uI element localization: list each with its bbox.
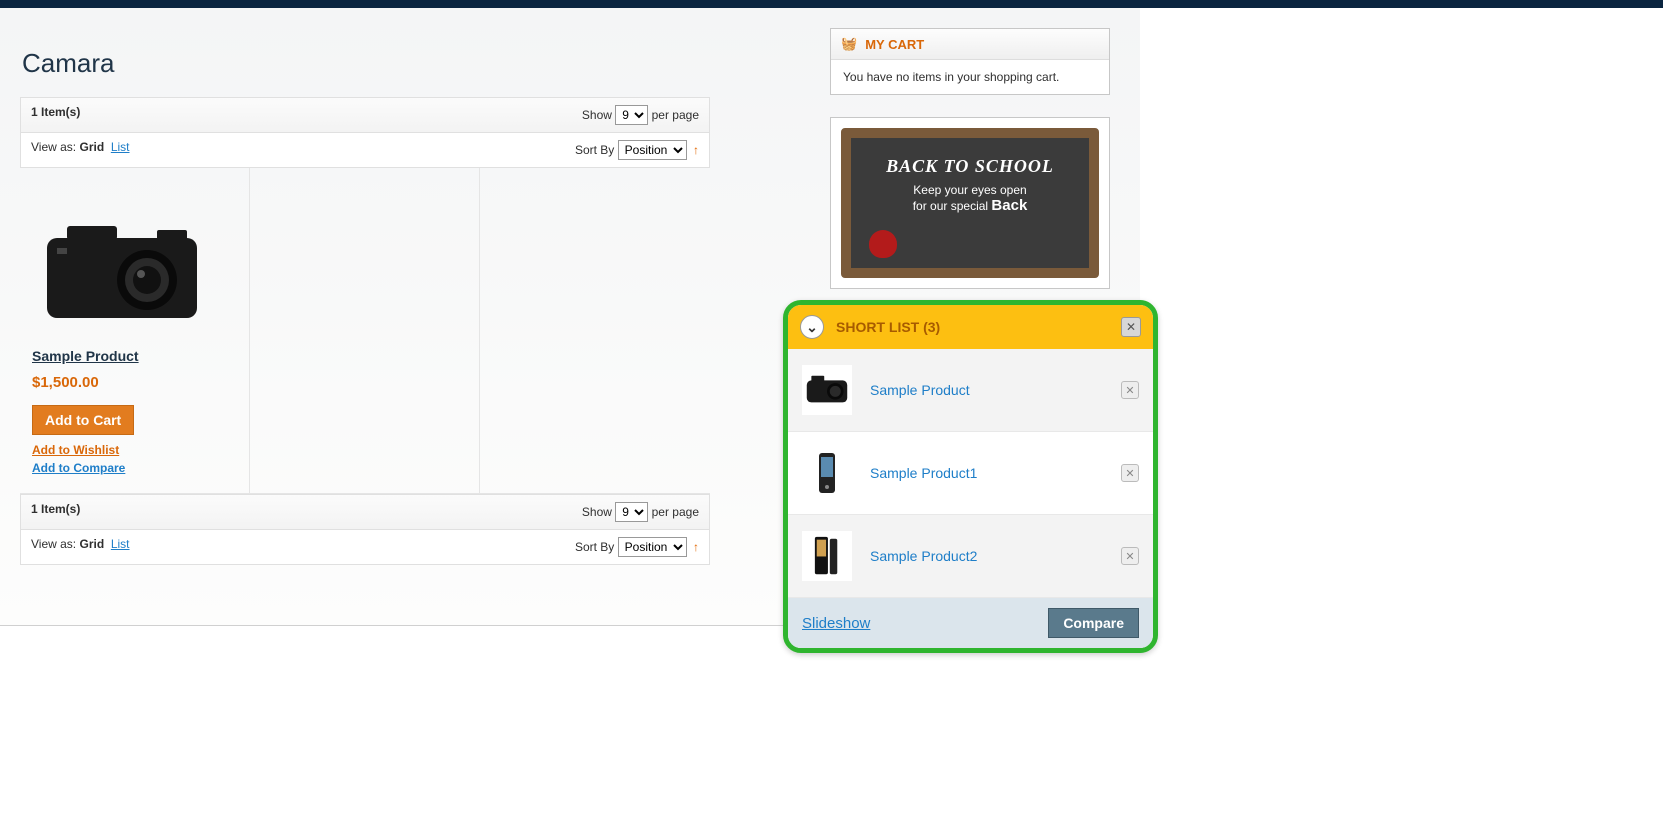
shortlist-footer: Slideshow Compare xyxy=(788,598,1153,648)
view-mode-current: Grid xyxy=(79,537,104,551)
sort-direction-icon[interactable]: ↑ xyxy=(693,143,699,157)
banner-line2: for our special Back xyxy=(861,197,1079,214)
shortlist-item-link[interactable]: Sample Product1 xyxy=(870,465,1103,481)
cart-empty-text: You have no items in your shopping cart. xyxy=(831,60,1109,94)
shortlist-close-button[interactable]: ✕ xyxy=(1121,317,1141,337)
add-to-wishlist-link[interactable]: Add to Wishlist xyxy=(32,443,237,457)
banner-line1: Keep your eyes open xyxy=(861,183,1079,197)
shortlist-remove-button[interactable]: ✕ xyxy=(1121,381,1139,399)
product-price: $1,500.00 xyxy=(32,374,237,391)
item-count: 1 Item(s) xyxy=(31,105,80,119)
shortlist-popup: ⌄ SHORT LIST (3) ✕ Sample Product ✕ xyxy=(783,300,1158,653)
product-name: Sample Product xyxy=(32,348,237,364)
close-icon: ✕ xyxy=(1126,320,1136,334)
camera-icon xyxy=(804,373,850,406)
slideshow-link[interactable]: Slideshow xyxy=(802,615,870,632)
sort-by-label: Sort By xyxy=(575,540,614,554)
view-as-label: View as: xyxy=(31,537,76,551)
main-column: Camara 1 Item(s) Show 9 per page View as… xyxy=(20,28,710,565)
sort-by-select[interactable]: Position xyxy=(618,537,687,557)
product-cell: Sample Product $1,500.00 Add to Cart Add… xyxy=(20,168,250,493)
sort-by-select[interactable]: Position xyxy=(618,140,687,160)
phone-icon xyxy=(813,535,841,576)
close-icon: ✕ xyxy=(1125,384,1134,397)
banner-headline: BACK TO SCHOOL xyxy=(861,156,1079,177)
shortlist-toggle-button[interactable]: ⌄ xyxy=(800,315,824,339)
per-page-label: per page xyxy=(652,505,699,519)
view-mode-list-link[interactable]: List xyxy=(111,140,130,154)
show-label: Show xyxy=(582,108,612,122)
toolbar-top: 1 Item(s) Show 9 per page View as: Grid … xyxy=(20,97,710,168)
shortlist-header: ⌄ SHORT LIST (3) ✕ xyxy=(788,305,1153,349)
sort-by-label: Sort By xyxy=(575,143,614,157)
add-to-compare-link[interactable]: Add to Compare xyxy=(32,461,237,475)
chevron-down-icon: ⌄ xyxy=(806,319,818,336)
toolbar-bottom: 1 Item(s) Show 9 per page View as: Grid … xyxy=(20,494,710,565)
view-mode-current: Grid xyxy=(79,140,104,154)
close-icon: ✕ xyxy=(1125,467,1134,480)
phone-icon xyxy=(815,451,839,495)
shortlist-thumb[interactable] xyxy=(802,365,852,415)
sort-direction-icon[interactable]: ↑ xyxy=(693,540,699,554)
product-cell-empty xyxy=(250,168,480,493)
show-select[interactable]: 9 xyxy=(615,105,648,125)
apple-icon xyxy=(869,230,897,258)
top-bar xyxy=(0,0,1663,8)
shortlist-item: Sample Product1 ✕ xyxy=(788,432,1153,515)
shortlist-thumb[interactable] xyxy=(802,531,852,581)
product-image[interactable] xyxy=(32,188,212,348)
shortlist-remove-button[interactable]: ✕ xyxy=(1121,547,1139,565)
products-grid: Sample Product $1,500.00 Add to Cart Add… xyxy=(20,168,710,494)
shortlist-item: Sample Product ✕ xyxy=(788,349,1153,432)
chalkboard-banner: BACK TO SCHOOL Keep your eyes open for o… xyxy=(841,128,1099,278)
show-select[interactable]: 9 xyxy=(615,502,648,522)
shortlist-item-link[interactable]: Sample Product xyxy=(870,382,1103,398)
item-count: 1 Item(s) xyxy=(31,502,80,516)
close-icon: ✕ xyxy=(1125,550,1134,563)
product-cell-empty xyxy=(480,168,710,493)
per-page-label: per page xyxy=(652,108,699,122)
compare-button[interactable]: Compare xyxy=(1048,608,1139,638)
shortlist-thumb[interactable] xyxy=(802,448,852,498)
cart-block: 🧺 MY CART You have no items in your shop… xyxy=(830,28,1110,95)
page-title: Camara xyxy=(22,48,710,79)
cart-title: MY CART xyxy=(865,37,924,52)
camera-icon xyxy=(37,208,207,328)
view-as-label: View as: xyxy=(31,140,76,154)
show-label: Show xyxy=(582,505,612,519)
shortlist-title: SHORT LIST (3) xyxy=(836,319,1109,335)
shortlist-item: Sample Product2 ✕ xyxy=(788,515,1153,598)
shortlist-items: Sample Product ✕ Sample Product1 ✕ xyxy=(788,349,1153,598)
view-mode-list-link[interactable]: List xyxy=(111,537,130,551)
shortlist-remove-button[interactable]: ✕ xyxy=(1121,464,1139,482)
cart-icon: 🧺 xyxy=(841,36,857,52)
product-name-link[interactable]: Sample Product xyxy=(32,348,139,364)
add-to-cart-button[interactable]: Add to Cart xyxy=(32,405,134,435)
banner-block[interactable]: BACK TO SCHOOL Keep your eyes open for o… xyxy=(830,117,1110,289)
shortlist-item-link[interactable]: Sample Product2 xyxy=(870,548,1103,564)
